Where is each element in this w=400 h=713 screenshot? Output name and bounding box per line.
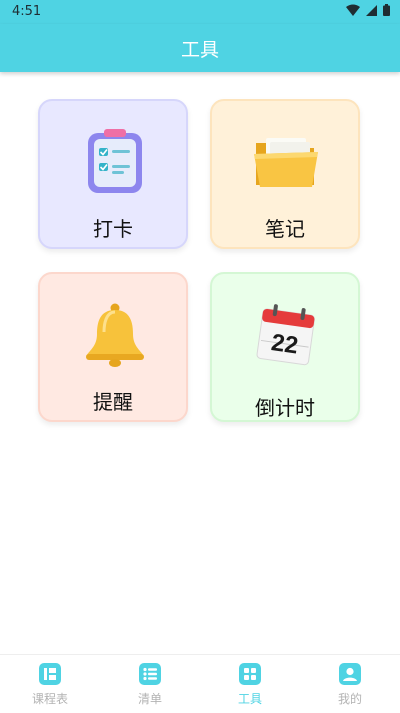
nav-label: 清单 [137, 692, 162, 706]
calendar-icon: 22 [256, 304, 315, 366]
nav-label: 课程表 [31, 692, 68, 706]
app-bar: 工具 [0, 24, 400, 72]
status-icons [346, 4, 390, 16]
signal-icon [366, 4, 377, 16]
nav-label: 工具 [237, 692, 262, 706]
tool-card-checkin[interactable]: 打卡 [38, 99, 188, 249]
bell-icon [86, 303, 144, 367]
calendar-date: 22 [270, 329, 300, 359]
list-icon [139, 663, 161, 685]
schedule-grid-icon [39, 663, 61, 685]
nav-item-schedule[interactable]: 课程表 [0, 655, 100, 713]
page-title: 工具 [180, 38, 219, 61]
tool-card-countdown[interactable]: 22 倒计时 [210, 272, 360, 422]
wifi-icon [346, 4, 360, 16]
bottom-nav: 课程表 清单 工具 我的 [0, 654, 400, 713]
clipboard-checklist-icon [88, 129, 142, 193]
status-time: 4:51 [12, 4, 42, 19]
nav-label: 我的 [337, 692, 362, 706]
folder-icon [254, 138, 318, 187]
tools-grid-icon [239, 663, 261, 685]
nav-item-list[interactable]: 清单 [100, 655, 200, 713]
tool-card-notes[interactable]: 笔记 [210, 99, 360, 249]
user-icon [339, 663, 361, 685]
nav-item-profile[interactable]: 我的 [300, 655, 400, 713]
tool-card-label: 打卡 [93, 217, 133, 241]
nav-item-tools[interactable]: 工具 [200, 655, 300, 713]
tool-card-label: 笔记 [265, 217, 305, 241]
status-bar: 4:51 [0, 0, 400, 24]
tool-card-reminder[interactable]: 提醒 [38, 272, 188, 422]
battery-icon [383, 4, 390, 16]
tool-card-label: 提醒 [93, 390, 133, 414]
tool-card-label: 倒计时 [255, 396, 315, 420]
